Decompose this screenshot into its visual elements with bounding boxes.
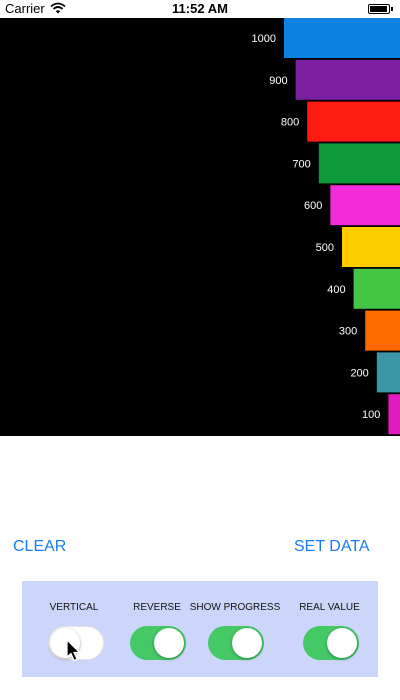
reverse-toggle-knob (154, 628, 184, 658)
bar-900 (295, 59, 400, 100)
bar-label-900: 900 (269, 75, 287, 87)
vertical-label: VERTICAL (49, 602, 99, 613)
bar-label-300: 300 (339, 326, 357, 338)
bar-label-500: 500 (316, 242, 334, 254)
reverse-label: REVERSE (133, 602, 181, 613)
battery-icon (368, 4, 393, 14)
bar-chart: 1000 900 800 700 600 500 400 300 200 100 (0, 18, 400, 436)
bar-label-400: 400 (327, 284, 345, 296)
clock: 11:52 AM (172, 1, 228, 16)
real-value-label: REAL VALUE (299, 602, 360, 613)
bar-label-700: 700 (292, 158, 310, 170)
bar-600 (330, 185, 400, 226)
show-progress-toggle[interactable] (208, 626, 264, 660)
bar-label-200: 200 (350, 367, 368, 379)
bar-label-100: 100 (362, 409, 380, 421)
bar-200 (376, 352, 400, 393)
bar-300 (365, 310, 400, 351)
bar-label-600: 600 (304, 200, 322, 212)
mouse-cursor-icon (66, 639, 81, 662)
status-bar: Carrier 11:52 AM (0, 0, 400, 18)
bar-700 (318, 143, 400, 184)
bar-1000 (284, 18, 400, 58)
show-progress-label: SHOW PROGRESS (189, 602, 281, 613)
bar-500 (342, 227, 400, 267)
real-value-toggle-knob (327, 628, 357, 658)
bar-label-800: 800 (281, 117, 299, 129)
bar-100 (388, 394, 400, 435)
clear-button[interactable]: CLEAR (13, 538, 66, 556)
bar-label-1000: 1000 (252, 33, 276, 45)
show-progress-toggle-knob (232, 628, 262, 658)
app-screen: Carrier 11:52 AM 1000 900 800 700 600 500 400 3… (0, 0, 400, 700)
real-value-toggle[interactable] (303, 626, 359, 660)
bar-chart-svg: 1000 900 800 700 600 500 400 300 200 100 (252, 18, 400, 435)
set-data-button[interactable]: SET DATA (294, 538, 370, 556)
bar-800 (307, 101, 400, 142)
reverse-toggle[interactable] (130, 626, 186, 660)
bar-400 (353, 268, 400, 309)
